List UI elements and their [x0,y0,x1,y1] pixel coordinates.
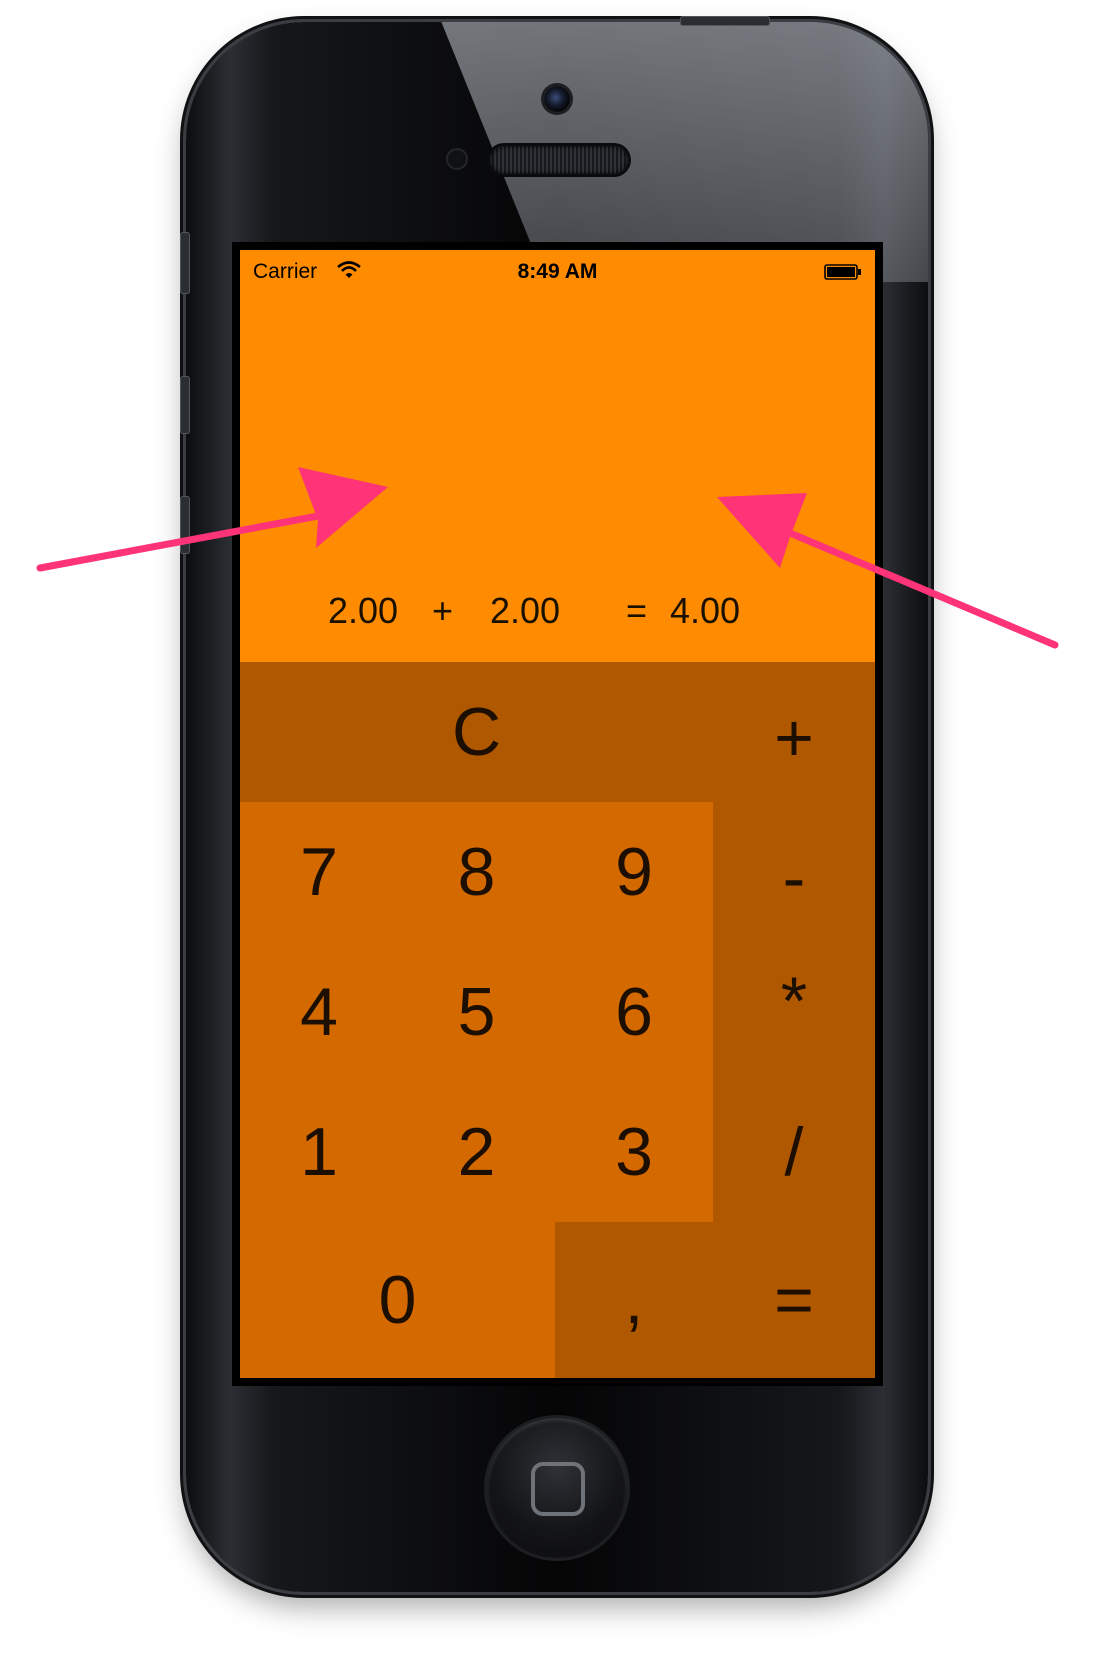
digit-0-button[interactable]: 0 [240,1222,555,1378]
divide-button[interactable]: / [713,1082,875,1222]
digit-4-button[interactable]: 4 [240,942,398,1082]
display-operand-2: 2.00 [490,590,561,631]
display-result: 4.00 [670,590,741,631]
multiply-button[interactable]: * [713,942,875,1082]
display-operator: + [432,590,454,631]
battery-icon [824,264,861,280]
plus-button[interactable]: + [713,662,875,814]
minus-button[interactable]: - [713,814,875,942]
equals-button[interactable]: = [713,1222,875,1378]
status-time: 8:49 AM [517,260,598,283]
digit-6-button[interactable]: 6 [555,942,713,1082]
keypad: C + 7 8 9 - 4 5 6 * 1 2 3 / 0 , = [240,662,875,1378]
proximity-sensor [448,150,466,168]
display-equals: = [626,590,648,631]
digit-2-button[interactable]: 2 [398,1082,555,1222]
digit-8-button[interactable]: 8 [398,802,555,942]
clear-button[interactable]: C [240,662,713,802]
digit-5-button[interactable]: 5 [398,942,555,1082]
digit-7-button[interactable]: 7 [240,802,398,942]
home-button-icon [531,1462,585,1516]
volume-up-button [180,376,190,434]
digit-1-button[interactable]: 1 [240,1082,398,1222]
volume-down-button [180,496,190,554]
digit-3-button[interactable]: 3 [555,1082,713,1222]
front-camera [544,86,570,112]
display-operand-1: 2.00 [328,590,399,631]
mute-switch [180,232,190,294]
home-button[interactable] [487,1418,627,1558]
app-screen: Carrier 8:49 AM 2.00 + 2.00 = 4.00 C + 7… [240,250,875,1378]
earpiece-speaker [490,146,628,174]
power-button [680,16,770,26]
calculator-display: 2.00 + 2.00 = 4.00 [240,290,875,662]
digit-9-button[interactable]: 9 [555,802,713,942]
comma-button[interactable]: , [555,1222,713,1378]
status-bar: Carrier 8:49 AM [240,250,875,290]
